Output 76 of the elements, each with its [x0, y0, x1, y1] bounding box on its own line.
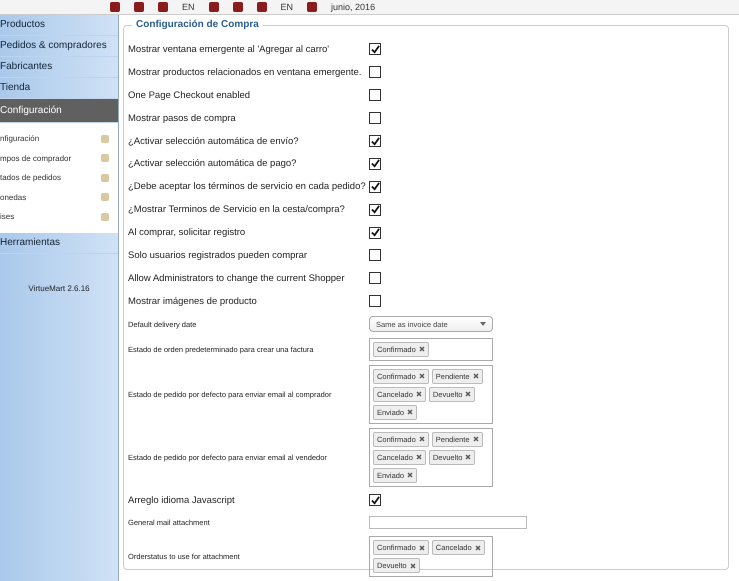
sidebar-item[interactable]: Configuración: [0, 99, 118, 123]
setting-label: One Page Checkout enabled: [128, 90, 252, 101]
checkbox[interactable]: [369, 204, 381, 216]
close-icon[interactable]: [418, 373, 425, 380]
menu-icon: [100, 172, 110, 183]
setting-label: Mostrar pasos de compra: [128, 112, 237, 124]
menu-icon: [100, 153, 110, 164]
submenu-item[interactable]: onedas: [0, 192, 26, 202]
check-icon: [370, 159, 380, 168]
checkbox[interactable]: [369, 158, 381, 170]
checkbox[interactable]: [369, 249, 381, 262]
toolbar-icon[interactable]: [134, 2, 144, 12]
setting-label: Al comprar, solicitar registro: [128, 227, 246, 238]
checkbox[interactable]: [369, 226, 381, 239]
setting-label: Allow Administrators to change the current Shopper: [128, 272, 346, 284]
toolbar-icon[interactable]: [307, 2, 318, 12]
checkbox[interactable]: [369, 272, 381, 284]
close-icon[interactable]: [407, 409, 414, 416]
sidebar-item[interactable]: Herramientas: [0, 232, 118, 254]
check-icon: [370, 136, 380, 146]
check-icon: [370, 496, 380, 505]
setting-label: Solo usuarios registrados pueden comprar: [128, 250, 308, 261]
close-icon[interactable]: [418, 346, 425, 352]
toolbar-text: EN: [182, 2, 195, 12]
version-text: VirtueMart 2.6.16: [27, 284, 91, 292]
close-icon[interactable]: [418, 436, 425, 442]
close-icon[interactable]: [472, 373, 479, 380]
close-icon[interactable]: [474, 544, 481, 551]
toolbar-text: EN: [280, 2, 294, 12]
toolbar-text: junio, 2016: [331, 2, 376, 12]
submenu-item[interactable]: nfiguración: [0, 134, 40, 144]
sidebar-item[interactable]: Fabricantes: [0, 57, 118, 78]
check-icon: [370, 228, 380, 238]
toolbar-icon[interactable]: [256, 2, 267, 12]
check-icon: [370, 182, 380, 192]
checkbox[interactable]: [369, 180, 381, 193]
fieldset-legend: Configuración de Compra: [132, 19, 263, 30]
close-icon[interactable]: [418, 544, 425, 551]
sidebar-item[interactable]: Productos: [0, 15, 118, 36]
toolbar-icon[interactable]: [208, 2, 219, 12]
checkbox[interactable]: [369, 112, 381, 124]
setting-label: Arreglo idioma Javascript: [128, 494, 236, 506]
input-field[interactable]: [369, 516, 527, 529]
setting-label: ¿Activar selección automática de pago?: [128, 158, 298, 170]
checkbox[interactable]: [369, 135, 381, 147]
menu-icon: [100, 134, 110, 144]
submenu-item[interactable]: ises: [0, 212, 14, 222]
close-icon[interactable]: [407, 472, 414, 478]
toolbar-icon[interactable]: [158, 2, 168, 12]
setting-label: Mostrar ventana emergente al 'Agregar al carro': [128, 44, 330, 55]
submenu-item[interactable]: mpos de comprador: [0, 154, 72, 163]
setting-label: Mostrar productos relacionados en ventana emergente.: [128, 66, 362, 78]
checkbox[interactable]: [369, 295, 381, 308]
close-icon[interactable]: [465, 454, 472, 460]
toolbar-icon[interactable]: [232, 2, 243, 12]
sidebar-item[interactable]: Pedidos & compradores: [0, 36, 118, 57]
caret-icon: [480, 322, 486, 326]
submenu-item[interactable]: tados de pedidos: [0, 173, 61, 182]
close-icon[interactable]: [472, 436, 479, 442]
close-icon[interactable]: [410, 562, 416, 569]
setting-label: Mostrar imágenes de producto: [128, 296, 258, 307]
checkbox[interactable]: [369, 43, 381, 56]
close-icon[interactable]: [465, 391, 472, 398]
menu-icon: [100, 192, 110, 202]
check-icon: [370, 44, 380, 54]
checkbox[interactable]: [369, 66, 381, 78]
setting-label: ¿Mostrar Terminos de Servicio en la cesta/compra?: [128, 204, 346, 216]
check-icon: [370, 205, 380, 214]
setting-label: ¿Debe aceptar los términos de servicio en cada pedido?: [128, 181, 367, 192]
menu-icon: [100, 212, 110, 222]
checkbox[interactable]: [369, 89, 381, 102]
close-icon[interactable]: [416, 454, 422, 460]
close-icon[interactable]: [416, 391, 422, 398]
setting-label: ¿Activar selección automática de envío?: [128, 136, 300, 146]
toolbar-icon[interactable]: [110, 2, 120, 12]
checkbox[interactable]: [369, 494, 381, 506]
